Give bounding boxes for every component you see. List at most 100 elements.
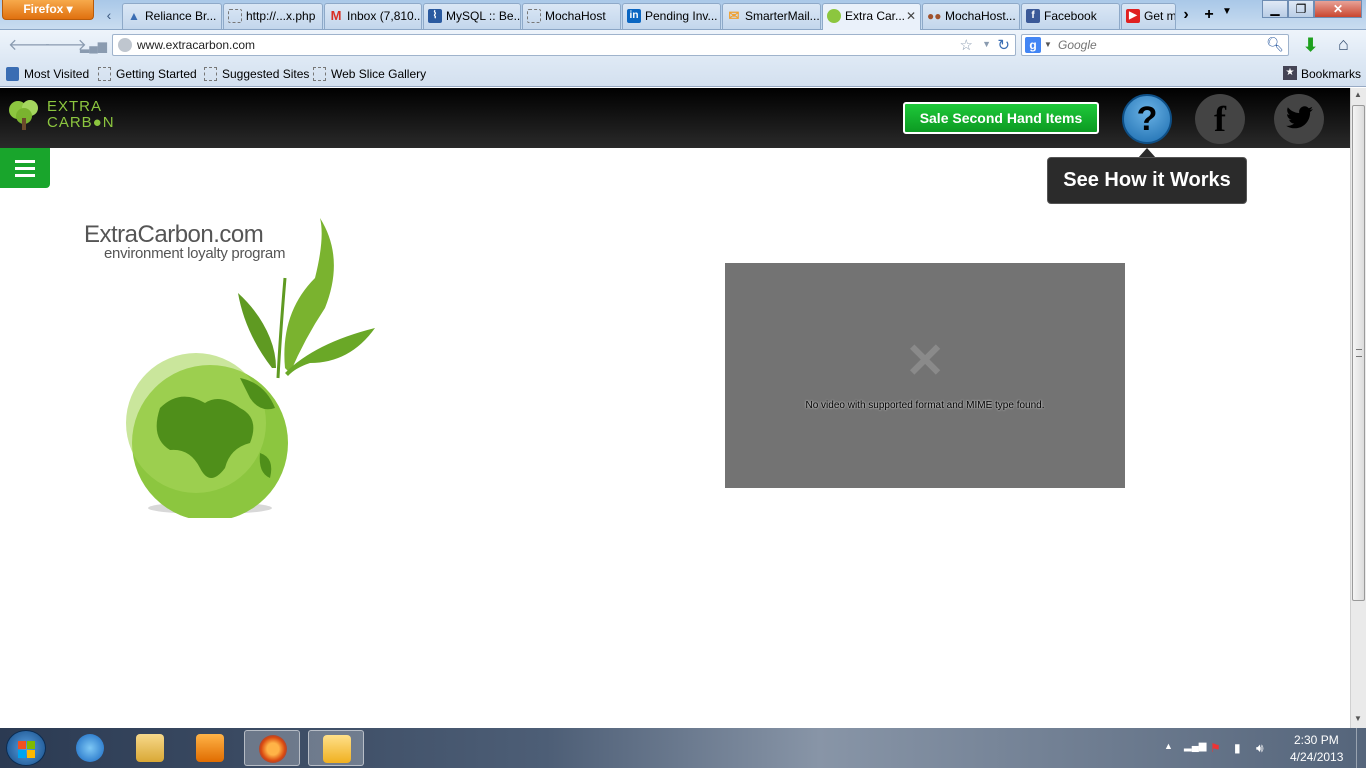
reload-icon[interactable]: ↻ (997, 36, 1010, 54)
firefox-menu-button[interactable]: Firefox ▾ (2, 0, 94, 20)
clock-time[interactable]: 2:30 PM (1294, 733, 1339, 747)
mochahost-icon: ●● (927, 9, 942, 23)
show-desktop-button[interactable] (1356, 728, 1366, 768)
scrollbar-thumb[interactable] (1352, 105, 1365, 601)
bookmark-star-icon[interactable]: ☆ (960, 36, 973, 54)
bookmark-most-visited[interactable]: Most Visited (4, 67, 89, 81)
url-text[interactable]: www.extracarbon.com (137, 38, 255, 52)
tab-youtube[interactable]: ▶ Get m (1121, 3, 1176, 29)
back-arrow-icon[interactable]: 🡐 (8, 36, 51, 56)
volume-speaker-icon[interactable]: 🔊︎ (1256, 741, 1264, 756)
show-hidden-icons-icon[interactable]: ▲ (1164, 741, 1173, 751)
tab-reliance[interactable]: ▲ Reliance Br... (122, 3, 222, 29)
tab-php[interactable]: http://...x.php (223, 3, 323, 29)
home-icon[interactable]: ⌂ (1338, 34, 1349, 55)
history-dropdown-icon[interactable]: ▼ (982, 39, 991, 49)
video-player[interactable]: ✕ No video with supported format and MIM… (725, 263, 1125, 488)
windows-logo-icon (18, 750, 26, 758)
star-icon: ★ (1282, 66, 1297, 80)
menu-bar (15, 160, 35, 163)
bookmarks-menu-label: Bookmarks (1300, 67, 1361, 81)
search-input[interactable] (1058, 37, 1258, 53)
video-error-x-icon: ✕ (905, 335, 946, 388)
media-player-icon (196, 734, 224, 762)
question-mark-icon: ? (1136, 100, 1158, 138)
taskbar-outlook[interactable] (308, 730, 364, 766)
navigation-toolbar: 🡐 🡒 ▂▄▆ www.extracarbon.com ☆ ▼ ↻ g ▼ 🔍︎ (0, 30, 1366, 61)
twitter-button[interactable] (1274, 94, 1324, 144)
minimize-button[interactable]: ▁ (1262, 0, 1288, 18)
scroll-up-arrow-icon[interactable]: ▲ (1354, 90, 1362, 99)
tab-smartermail[interactable]: ✉ SmarterMail... (722, 3, 821, 29)
close-window-button[interactable]: ✕ (1314, 0, 1362, 18)
address-bar[interactable]: www.extracarbon.com ☆ ▼ ↻ (112, 34, 1016, 56)
sale-second-hand-button[interactable]: Sale Second Hand Items (903, 102, 1099, 134)
download-arrow-icon[interactable]: ⬇ (1303, 35, 1318, 56)
tab-linkedin[interactable]: in Pending Inv... (622, 3, 721, 29)
tab-gmail[interactable]: M Inbox (7,810... (324, 3, 422, 29)
taskbar-explorer[interactable] (122, 730, 178, 766)
search-magnifier-icon[interactable]: 🔍︎ (1266, 36, 1284, 53)
tab-facebook[interactable]: f Facebook (1021, 3, 1120, 29)
linkedin-icon: in (627, 9, 641, 23)
gmail-icon: M (330, 8, 342, 23)
bookmark-getting-started[interactable]: Getting Started (96, 67, 197, 81)
extracarbon-logo[interactable]: EXTRA CARB●N (6, 96, 126, 136)
tree-icon (827, 9, 841, 23)
site-identity-icon[interactable] (118, 38, 132, 52)
new-tab-button[interactable]: + (1200, 4, 1218, 26)
facebook-button[interactable]: f (1195, 94, 1245, 144)
bookmark-suggested-sites[interactable]: Suggested Sites (202, 67, 309, 81)
battery-icon[interactable]: ▮ (1234, 741, 1241, 755)
tab-label: MochaHost (545, 9, 606, 23)
windows-start-button[interactable] (6, 730, 46, 766)
facebook-icon: f (1214, 99, 1226, 139)
reliance-icon: ▲ (128, 9, 140, 23)
earth-sprout-illustration (126, 218, 375, 518)
tab-label: Reliance Br... (145, 9, 217, 23)
menu-bar (15, 167, 35, 170)
system-tray: ▲ ▂▄▆ ⚑ ▮ 🔊︎ 2:30 PM 4/24/2013 (1160, 728, 1366, 768)
forward-arrow-icon[interactable]: 🡒 (44, 36, 87, 56)
help-button[interactable]: ? (1122, 94, 1172, 144)
tab-label: Pending Inv... (645, 9, 718, 23)
bookmark-label: Suggested Sites (222, 67, 310, 81)
tab-scroll-right-button[interactable]: › (1177, 4, 1195, 26)
scroll-down-arrow-icon[interactable]: ▼ (1354, 714, 1362, 723)
blank-page-icon (204, 67, 217, 81)
taskbar-firefox[interactable] (244, 730, 300, 766)
blank-page-icon (313, 67, 326, 81)
logo-text-carbon: CARB●N (47, 114, 115, 131)
action-center-flag-icon[interactable]: ⚑ (1210, 741, 1221, 755)
tab-label: Inbox (7,810... (347, 9, 422, 23)
search-bar[interactable]: g ▼ 🔍︎ (1021, 34, 1289, 56)
bookmarks-menu-button[interactable]: ★ Bookmarks (1281, 66, 1361, 81)
bookmark-web-slice-gallery[interactable]: Web Slice Gallery (311, 67, 426, 81)
folder-icon (136, 734, 164, 762)
outlook-icon (323, 735, 351, 763)
tab-label: MySQL :: Be... (446, 9, 521, 23)
taskbar-media-player[interactable] (182, 730, 238, 766)
windows-logo-icon (18, 741, 26, 749)
close-tab-icon[interactable]: ✕ (906, 9, 916, 23)
windows-logo-icon (27, 741, 35, 749)
tab-label: MochaHost... (945, 9, 1016, 23)
bookmark-label: Most Visited (24, 67, 90, 81)
windows-logo-icon (27, 750, 35, 758)
network-signal-icon[interactable]: ▂▄▆ (1184, 741, 1206, 752)
page-viewport: EXTRA CARB●N Sale Second Hand Items ? f … (0, 88, 1350, 728)
vertical-scrollbar[interactable]: ▲ ▼ (1350, 88, 1366, 728)
maximize-button[interactable]: ❐ (1288, 0, 1314, 18)
tab-mochahost[interactable]: MochaHost (522, 3, 621, 29)
clock-date[interactable]: 4/24/2013 (1290, 750, 1343, 764)
hamburger-menu-button[interactable] (0, 148, 50, 188)
tab-mysql[interactable]: ⌇ MySQL :: Be... (423, 3, 521, 29)
tab-scroll-left-button[interactable]: ‹ (100, 6, 118, 24)
taskbar-internet-explorer[interactable] (62, 730, 118, 766)
scrollbar-grip (1356, 349, 1362, 357)
list-all-tabs-button[interactable]: ▼ (1222, 6, 1232, 17)
google-engine-icon[interactable]: g (1025, 37, 1041, 53)
engine-dropdown-icon[interactable]: ▼ (1044, 40, 1052, 49)
tab-mochahost-2[interactable]: ●● MochaHost... (922, 3, 1020, 29)
tab-extracarbon[interactable]: Extra Car... ✕ (822, 3, 921, 30)
